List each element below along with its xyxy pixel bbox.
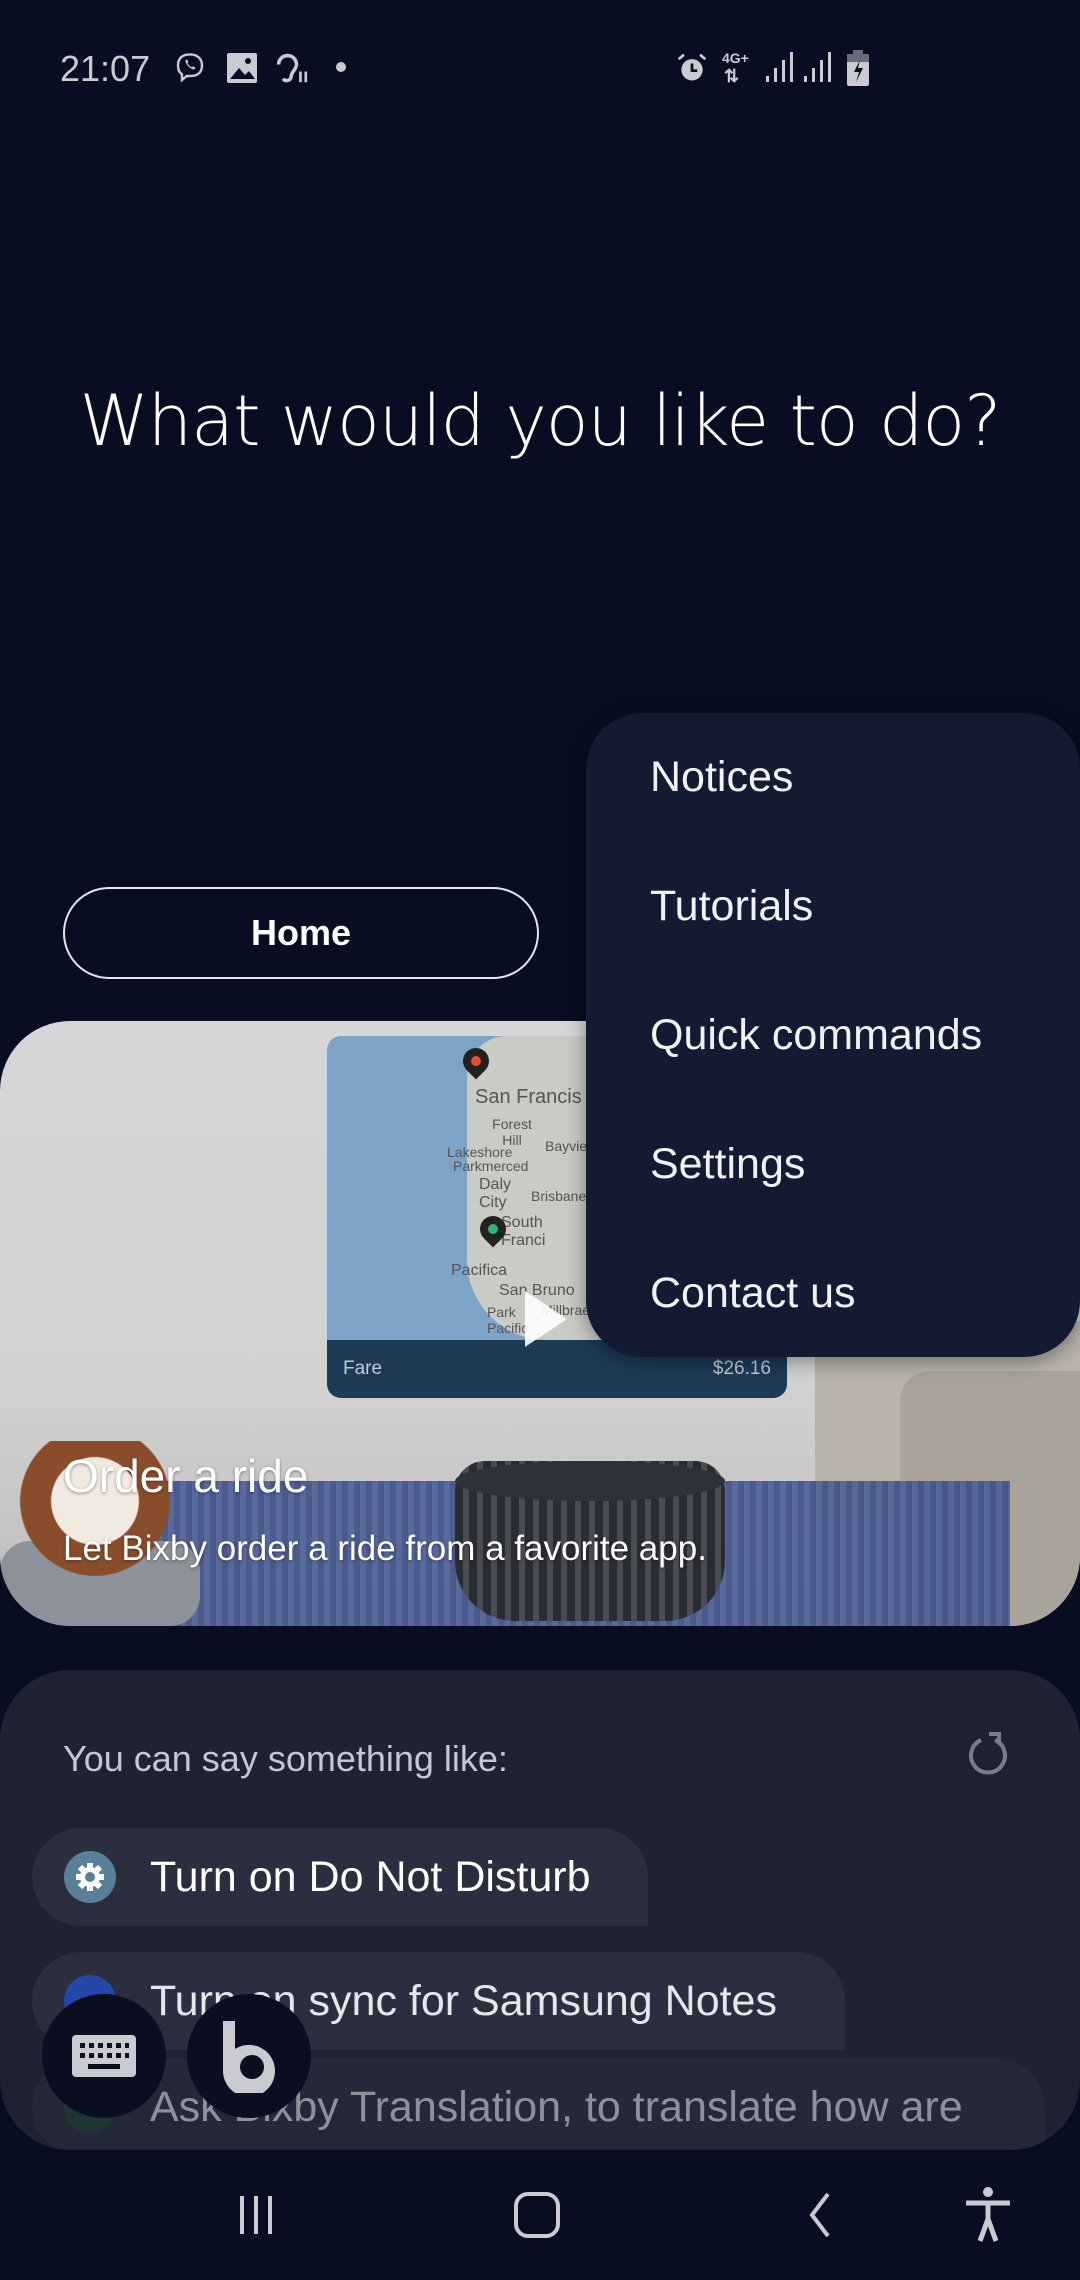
data-arrows-icon: ⇅ (724, 66, 740, 86)
card-title: Order a ride (63, 1450, 309, 1502)
suggestion-chip[interactable]: Turn on Do Not Disturb (32, 1828, 648, 1926)
overflow-menu: Notices Tutorials Quick commands Setting… (586, 713, 1080, 1357)
suggestions-panel: You can say something like: Turn on Do N… (0, 1670, 1080, 2150)
menu-item-contact-us[interactable]: Contact us (586, 1229, 1080, 1357)
settings-gear-icon (64, 1851, 116, 1903)
navigation-bar (0, 2150, 1080, 2280)
signal-icon (766, 52, 793, 82)
fare-label: Fare (343, 1358, 383, 1379)
card-subtitle: Let Bixby order a ride from a favorite a… (63, 1529, 707, 1568)
coffee-table-top (455, 1461, 725, 1501)
play-icon[interactable] (525, 1291, 567, 1347)
home-icon[interactable] (507, 2190, 567, 2240)
menu-item-quick-commands[interactable]: Quick commands (586, 971, 1080, 1099)
map-label: South Franci (501, 1214, 546, 1249)
signal-icon (804, 52, 831, 82)
accessibility-icon[interactable] (958, 2186, 1018, 2244)
status-bar: 21:07 4G+ ⇅ (0, 0, 1080, 140)
map-label: Pacifica (451, 1262, 508, 1279)
menu-item-tutorials[interactable]: Tutorials (586, 842, 1080, 970)
dot-icon (336, 62, 346, 72)
home-button[interactable]: Home (63, 887, 539, 979)
keyboard-icon (72, 2035, 136, 2077)
alarm-icon (677, 53, 707, 81)
map-label: Brisbane (531, 1188, 587, 1204)
menu-item-settings[interactable]: Settings (586, 1100, 1080, 1228)
keyboard-button[interactable] (42, 1994, 166, 2118)
map-label: San Francis (475, 1086, 582, 1108)
bixby-icon (223, 2021, 275, 2093)
page-title: What would you like to do? (79, 380, 1002, 462)
viber-icon (176, 53, 204, 83)
suggestions-heading: You can say something like: (63, 1738, 508, 1779)
fare-value: $26.16 (712, 1358, 771, 1379)
suggestion-text: Turn on Do Not Disturb (150, 1852, 591, 1901)
suggestion-chip[interactable]: Ask Bixby Translation, to translate how … (32, 2058, 1045, 2150)
status-time: 21:07 (60, 48, 151, 89)
hearing-icon (276, 53, 308, 83)
refresh-icon[interactable] (965, 1732, 1011, 1778)
bixby-voice-button[interactable] (187, 1994, 311, 2118)
battery-charging-icon (847, 50, 869, 86)
map-label: Parkmerced (453, 1158, 529, 1174)
map-label: Daly City (479, 1176, 512, 1211)
recents-icon[interactable] (226, 2190, 286, 2240)
network-type: 4G+ (722, 50, 749, 66)
gallery-icon (227, 53, 257, 83)
back-icon[interactable] (790, 2190, 850, 2240)
menu-item-notices[interactable]: Notices (586, 713, 1080, 841)
